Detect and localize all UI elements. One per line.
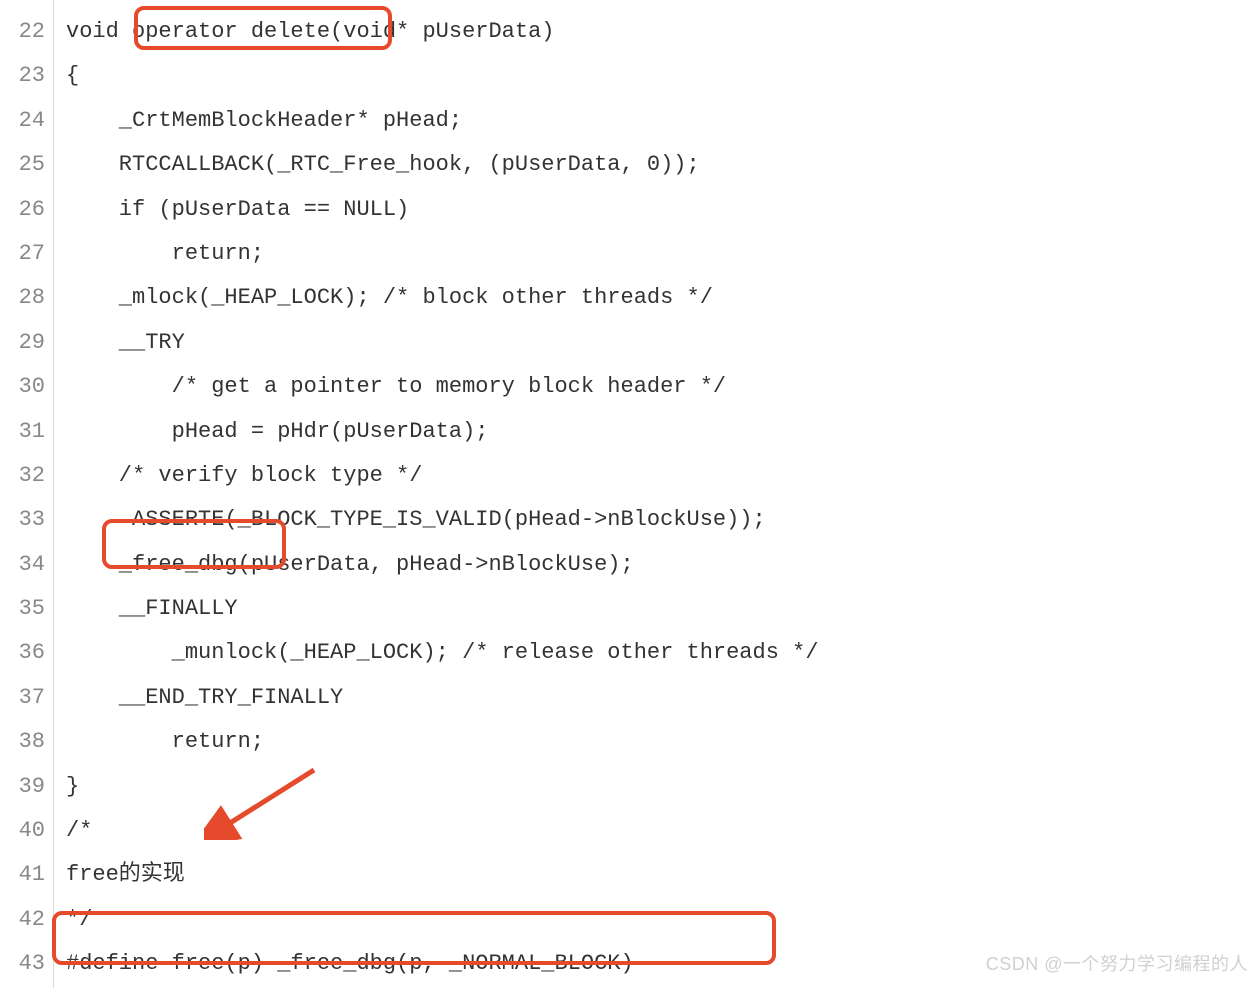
line-number: 38 xyxy=(0,720,53,764)
line-number: 24 xyxy=(0,99,53,143)
code-line: __FINALLY xyxy=(66,587,1258,631)
line-number: 36 xyxy=(0,631,53,675)
line-number: 37 xyxy=(0,676,53,720)
line-number: 27 xyxy=(0,232,53,276)
code-line: _free_dbg(pUserData, pHead->nBlockUse); xyxy=(66,543,1258,587)
line-number: 33 xyxy=(0,498,53,542)
line-number: 28 xyxy=(0,276,53,320)
line-number: 41 xyxy=(0,853,53,897)
line-number: 35 xyxy=(0,587,53,631)
code-line: _mlock(_HEAP_LOCK); /* block other threa… xyxy=(66,276,1258,320)
line-number: 22 xyxy=(0,10,53,54)
line-number: 30 xyxy=(0,365,53,409)
line-number: 43 xyxy=(0,942,53,986)
line-number: 29 xyxy=(0,321,53,365)
code-line: /* get a pointer to memory block header … xyxy=(66,365,1258,409)
code-line: if (pUserData == NULL) xyxy=(66,188,1258,232)
line-number: 39 xyxy=(0,765,53,809)
code-line: return; xyxy=(66,720,1258,764)
code-line: _munlock(_HEAP_LOCK); /* release other t… xyxy=(66,631,1258,675)
code-line: { xyxy=(66,54,1258,98)
code-line: */ xyxy=(66,898,1258,942)
code-line: pHead = pHdr(pUserData); xyxy=(66,410,1258,454)
code-line: free的实现 xyxy=(66,853,1258,897)
code-editor: 22 23 24 25 26 27 28 29 30 31 32 33 34 3… xyxy=(0,0,1258,988)
line-number: 42 xyxy=(0,898,53,942)
code-line: /* verify block type */ xyxy=(66,454,1258,498)
line-number: 31 xyxy=(0,410,53,454)
code-line: __TRY xyxy=(66,321,1258,365)
watermark-text: CSDN @一个努力学习编程的人 xyxy=(986,950,1248,976)
line-number: 26 xyxy=(0,188,53,232)
code-line: return; xyxy=(66,232,1258,276)
code-line: RTCCALLBACK(_RTC_Free_hook, (pUserData, … xyxy=(66,143,1258,187)
line-number-gutter: 22 23 24 25 26 27 28 29 30 31 32 33 34 3… xyxy=(0,0,54,988)
line-number: 32 xyxy=(0,454,53,498)
code-content: void operator delete(void* pUserData) { … xyxy=(54,0,1258,988)
line-number: 40 xyxy=(0,809,53,853)
code-line: ASSERTE(_BLOCK_TYPE_IS_VALID(pHead->nBlo… xyxy=(66,498,1258,542)
line-number: 34 xyxy=(0,543,53,587)
code-line: /* xyxy=(66,809,1258,853)
line-number: 25 xyxy=(0,143,53,187)
code-line: void operator delete(void* pUserData) xyxy=(66,10,1258,54)
code-line: __END_TRY_FINALLY xyxy=(66,676,1258,720)
code-line: } xyxy=(66,765,1258,809)
code-line: _CrtMemBlockHeader* pHead; xyxy=(66,99,1258,143)
line-number: 23 xyxy=(0,54,53,98)
